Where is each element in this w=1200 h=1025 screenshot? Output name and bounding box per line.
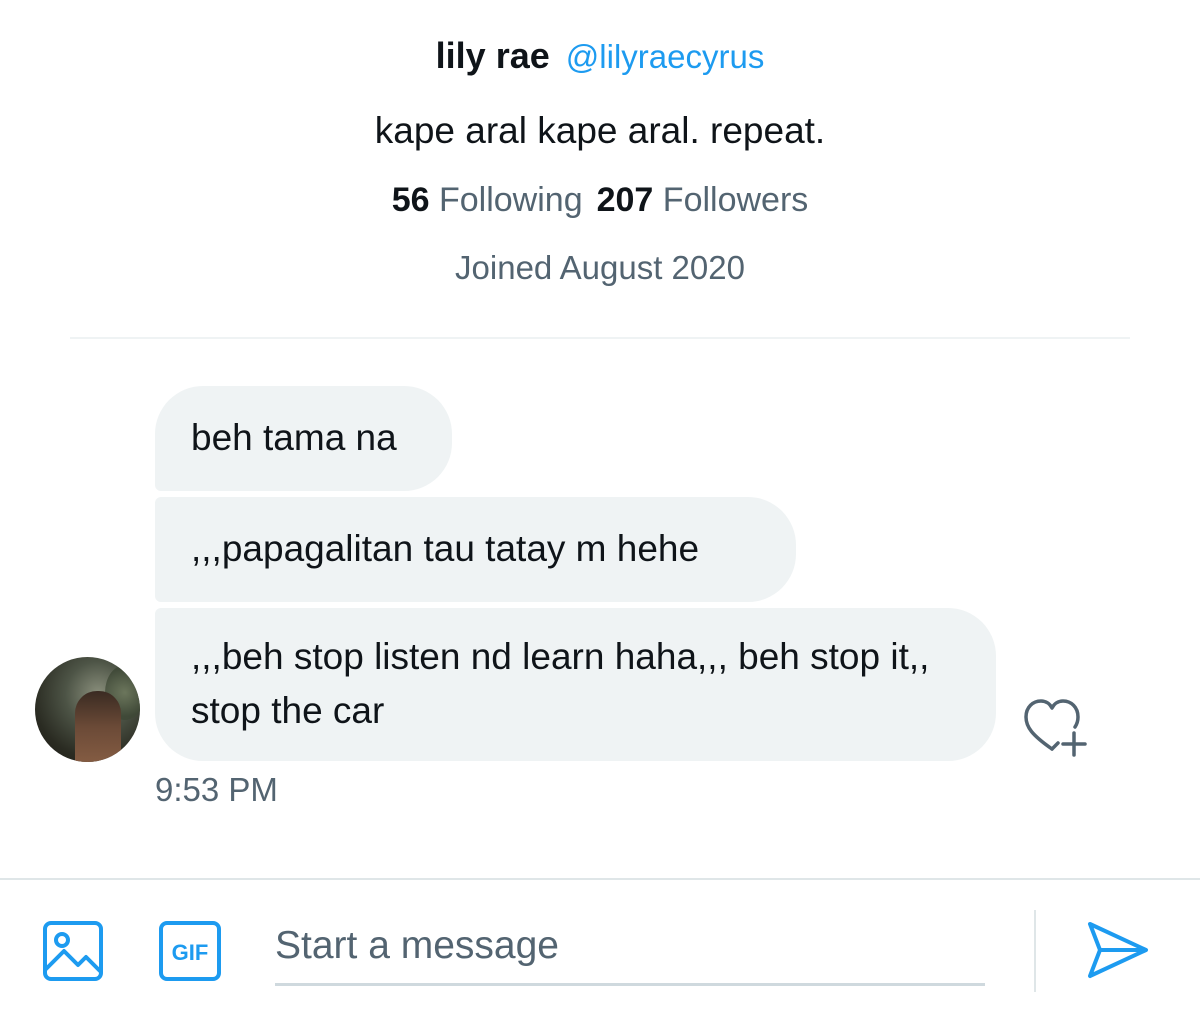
- display-name[interactable]: lily rae: [436, 35, 550, 76]
- followers-link[interactable]: 207 Followers: [597, 181, 809, 219]
- message-bubble[interactable]: ,,,papagalitan tau tatay m hehe: [155, 497, 796, 602]
- profile-bio: kape aral kape aral. repeat.: [374, 110, 826, 151]
- profile-name-line: lily rae @lilyraecyrus: [0, 34, 1200, 79]
- message-timestamp: 9:53 PM: [155, 771, 278, 808]
- section-divider: [70, 337, 1130, 339]
- profile-stats: 56 Following 207 Followers: [0, 178, 1200, 222]
- message-bubble[interactable]: ,,,beh stop listen nd learn haha,,, beh …: [155, 608, 996, 761]
- gif-button[interactable]: GIF: [158, 920, 222, 982]
- image-icon[interactable]: [42, 920, 104, 982]
- composer-separator: [1034, 910, 1036, 992]
- send-icon[interactable]: [1086, 920, 1150, 980]
- message-input[interactable]: [275, 908, 985, 986]
- following-label: Following: [438, 181, 583, 219]
- heart-plus-icon[interactable]: [1022, 697, 1094, 759]
- joined-date: Joined August 2020: [455, 249, 745, 286]
- composer-divider: [0, 878, 1200, 880]
- followers-count: 207: [596, 181, 654, 219]
- gif-label: GIF: [172, 940, 209, 965]
- following-count: 56: [391, 181, 430, 219]
- followers-label: Followers: [662, 181, 809, 219]
- user-handle[interactable]: @lilyraecyrus: [566, 38, 765, 75]
- avatar[interactable]: [35, 657, 140, 762]
- message-bubble[interactable]: beh tama na: [155, 386, 452, 491]
- following-link[interactable]: 56 Following: [392, 181, 583, 219]
